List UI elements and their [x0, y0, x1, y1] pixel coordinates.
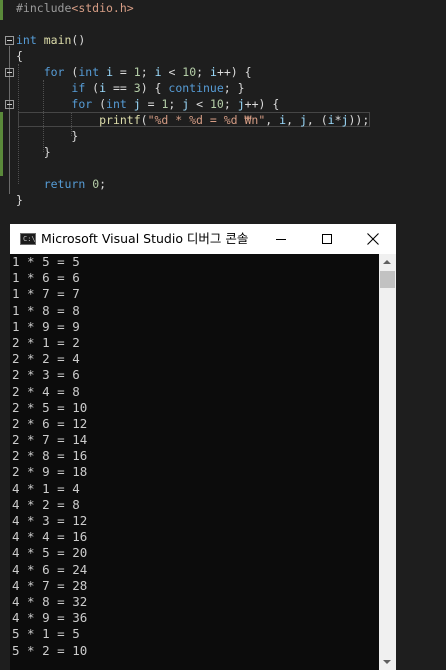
debug-console-window[interactable]: C:\ Microsoft Visual Studio 디버그 콘솔 1 * 5…: [10, 224, 396, 670]
output-line: 2 * 3 = 6: [12, 367, 80, 383]
scroll-up-arrow-icon[interactable]: [379, 254, 396, 271]
code-line-open-brace[interactable]: {: [16, 48, 23, 64]
scroll-thumb[interactable]: [380, 271, 395, 288]
output-line: 4 * 4 = 16: [12, 529, 88, 545]
code-line-outer-for[interactable]: for (int i = 1; i < 10; i++) {: [16, 64, 252, 80]
output-line: 1 * 5 = 5: [12, 254, 80, 269]
output-line: 2 * 8 = 16: [12, 448, 88, 464]
fold-inner-for-icon[interactable]: [5, 100, 14, 109]
output-line: 5 * 2 = 10: [12, 642, 88, 658]
code-line-main[interactable]: int main(): [16, 32, 85, 48]
output-line: 1 * 9 = 9: [12, 318, 80, 334]
code-line-return[interactable]: return 0;: [16, 176, 106, 192]
console-app-icon: C:\: [20, 233, 36, 245]
console-title-bar[interactable]: C:\ Microsoft Visual Studio 디버그 콘솔: [10, 224, 396, 254]
output-line: 2 * 1 = 2: [12, 334, 80, 350]
output-line: 2 * 5 = 10: [12, 399, 88, 415]
output-line: 2 * 9 = 18: [12, 464, 88, 480]
maximize-button[interactable]: [304, 224, 350, 254]
output-line: 4 * 8 = 32: [12, 593, 88, 609]
minimize-button[interactable]: [258, 224, 304, 254]
code-line-include[interactable]: #include<stdio.h>: [16, 0, 134, 16]
fold-outer-for-icon[interactable]: [5, 68, 14, 77]
code-line-printf[interactable]: printf("%d * %d = %d ₩n", i, j, (i*j));: [16, 112, 369, 128]
output-line: 4 * 2 = 8: [12, 496, 80, 512]
output-line: 4 * 5 = 20: [12, 545, 88, 561]
code-editor[interactable]: #include<stdio.h> int main() { for (int …: [0, 0, 446, 225]
output-line: 1 * 8 = 8: [12, 302, 80, 318]
console-title: Microsoft Visual Studio 디버그 콘솔: [41, 231, 249, 246]
code-line-close-inner[interactable]: }: [16, 128, 78, 144]
code-line-close-main[interactable]: }: [16, 192, 23, 208]
output-line: 4 * 7 = 28: [12, 577, 88, 593]
output-line: 2 * 2 = 4: [12, 351, 80, 367]
change-margin: [0, 0, 3, 225]
console-output: 1 * 5 = 5 1 * 6 = 6 1 * 7 = 7 1 * 8 = 8 …: [10, 254, 379, 670]
output-line: 5 * 1 = 5: [12, 626, 80, 642]
output-line: 4 * 1 = 4: [12, 480, 80, 496]
output-line: 1 * 6 = 6: [12, 270, 80, 286]
output-line: 2 * 4 = 8: [12, 383, 80, 399]
fold-main-icon[interactable]: [5, 36, 14, 45]
output-line: 2 * 7 = 14: [12, 432, 88, 448]
output-line: 2 * 6 = 12: [12, 415, 88, 431]
close-icon: [367, 233, 379, 245]
output-line: 4 * 3 = 12: [12, 513, 88, 528]
close-button[interactable]: [350, 224, 396, 254]
output-line: 4 * 6 = 24: [12, 561, 88, 577]
output-line: 4 * 9 = 36: [12, 610, 88, 626]
code-line-close-outer[interactable]: }: [16, 144, 51, 160]
code-line-inner-for[interactable]: for (int j = 1; j < 10; j++) {: [16, 96, 279, 112]
scroll-down-arrow-icon[interactable]: [379, 653, 396, 670]
output-line: 1 * 7 = 7: [12, 286, 80, 302]
console-scrollbar[interactable]: [379, 254, 396, 670]
code-line-if[interactable]: if (i == 3) { continue; }: [16, 80, 244, 96]
